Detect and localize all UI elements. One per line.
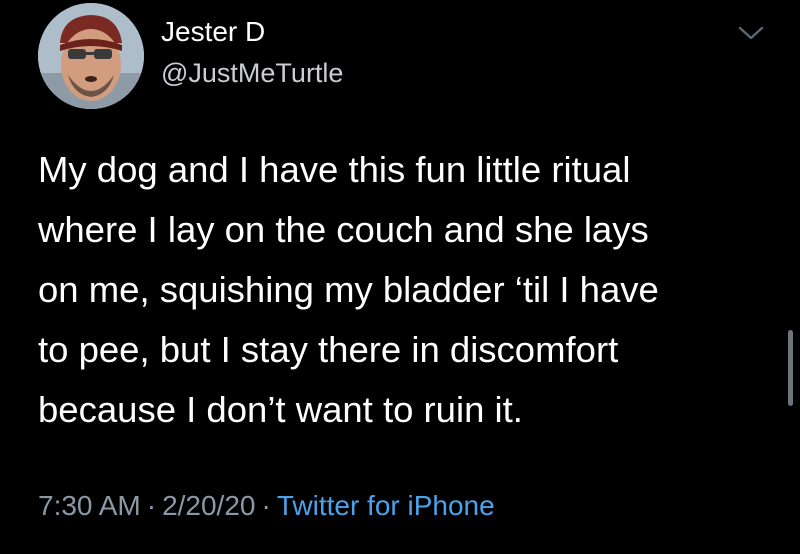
scrollbar[interactable] bbox=[788, 330, 793, 406]
meta-separator: · bbox=[261, 490, 271, 521]
chevron-down-icon[interactable] bbox=[736, 22, 766, 44]
tweet-meta: 7:30 AM · 2/20/20 · Twitter for iPhone bbox=[38, 490, 495, 522]
avatar-photo bbox=[38, 3, 144, 109]
tweet-date[interactable]: 2/20/20 bbox=[162, 490, 255, 521]
tweet-text-line: on me, squishing my bladder ‘til I have bbox=[38, 269, 659, 310]
tweet-text-line: to pee, but I stay there in discomfort bbox=[38, 329, 619, 370]
tweet-text: My dog and I have this fun little ritual… bbox=[38, 140, 768, 440]
user-handle[interactable]: @JustMeTurtle bbox=[161, 58, 343, 89]
tweet-source-link[interactable]: Twitter for iPhone bbox=[277, 490, 495, 521]
tweet-time[interactable]: 7:30 AM bbox=[38, 490, 141, 521]
display-name[interactable]: Jester D bbox=[161, 16, 265, 48]
tweet-text-line: because I don’t want to ruin it. bbox=[38, 389, 523, 430]
meta-separator: · bbox=[146, 490, 157, 521]
tweet-text-line: My dog and I have this fun little ritual bbox=[38, 149, 631, 190]
tweet-card: Jester D @JustMeTurtle My dog and I have… bbox=[0, 0, 800, 554]
avatar[interactable] bbox=[38, 3, 144, 109]
tweet-text-line: where I lay on the couch and she lays bbox=[38, 209, 649, 250]
